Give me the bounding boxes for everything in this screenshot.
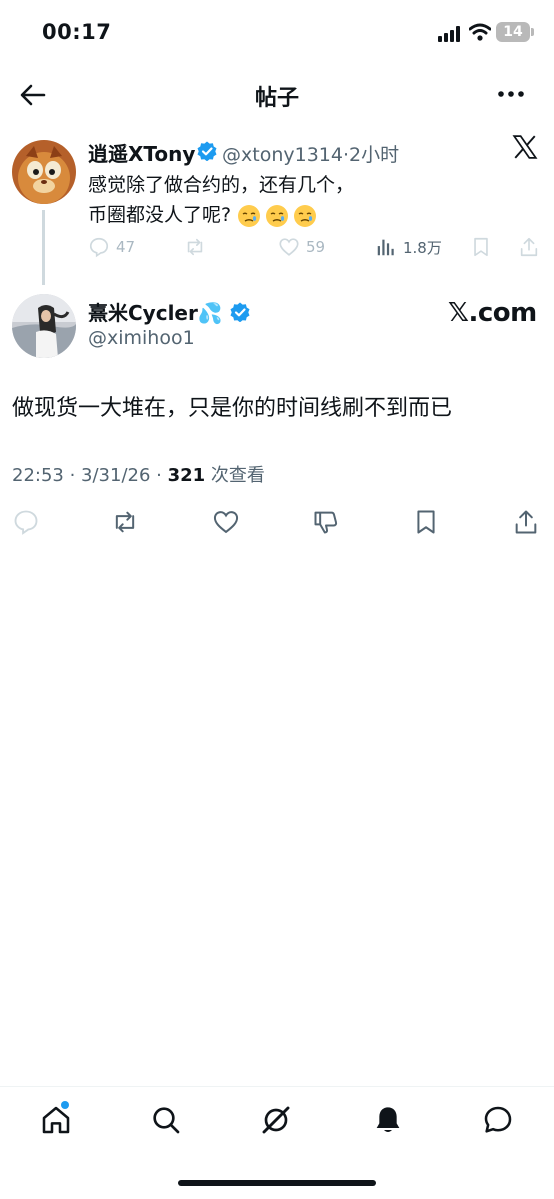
x-logo-icon: [512, 134, 538, 160]
avatar[interactable]: [12, 294, 76, 358]
tweet-text: 做现货一大堆在，只是你的时间线刷不到而已: [12, 396, 453, 421]
view-count: 1.8万: [403, 238, 442, 257]
share-icon: [515, 510, 537, 534]
repost-button[interactable]: [184, 236, 212, 258]
view-count: 321: [167, 465, 206, 486]
views-label[interactable]: 次查看: [205, 465, 265, 486]
crying-face-emoji-icon: [238, 204, 261, 227]
avatar[interactable]: [12, 140, 76, 204]
dislike-button[interactable]: [312, 508, 342, 538]
messages-icon[interactable]: [482, 1104, 514, 1136]
repost-icon: [187, 238, 203, 256]
wifi-icon: [469, 23, 491, 41]
page-title: 帖子: [254, 86, 299, 111]
thumbs-down-icon: [314, 511, 338, 534]
like-count: 59: [306, 238, 326, 256]
views-button[interactable]: 1.8万: [375, 236, 442, 258]
share-button[interactable]: [518, 236, 540, 258]
share-icon: [520, 237, 538, 257]
bookmark-button[interactable]: [470, 236, 492, 258]
reply-button[interactable]: [12, 508, 42, 538]
bookmark-icon: [417, 510, 435, 534]
nav-divider: [0, 1086, 554, 1087]
more-options-icon[interactable]: [496, 84, 526, 104]
crying-face-emoji-icon: [266, 204, 289, 227]
repost-button[interactable]: [111, 508, 141, 538]
verified-badge-icon: [230, 302, 250, 322]
thread-connector-line: [42, 210, 45, 285]
search-icon[interactable]: [150, 1104, 182, 1136]
post-time-ago: 2小时: [349, 144, 400, 166]
share-button[interactable]: [512, 508, 542, 538]
author-handle[interactable]: @ximihoo1: [88, 327, 195, 349]
bookmark-button[interactable]: [412, 508, 442, 538]
quoted-tweet-text: 感觉除了做合约的，还有几个， 币圈都没人了呢?: [88, 170, 448, 230]
reply-count: 47: [116, 238, 136, 256]
notifications-bell-icon[interactable]: [372, 1104, 404, 1136]
status-time: 00:17: [42, 20, 112, 44]
home-icon[interactable]: [40, 1104, 72, 1136]
tweet-timestamp: 22:53 · 3/31/26 ·: [12, 465, 162, 486]
home-notification-dot: [61, 1101, 69, 1109]
tweet-text-line: 感觉除了做合约的，还有几个，: [88, 174, 355, 196]
x-com-watermark: 𝕏.com: [448, 298, 537, 328]
analytics-bars-icon: [377, 239, 394, 256]
grok-icon[interactable]: [260, 1104, 292, 1136]
cellular-signal-icon: [438, 26, 460, 42]
repost-icon: [115, 511, 135, 533]
bookmark-icon: [474, 237, 488, 257]
verified-badge-icon: [197, 141, 217, 161]
battery-tip: [531, 28, 534, 36]
reply-icon: [89, 237, 109, 258]
tweet-meta: 22:53 · 3/31/26 · 321 次查看: [12, 461, 265, 487]
author-display-name[interactable]: 逍遥XTony: [88, 138, 195, 167]
back-arrow-icon[interactable]: [18, 80, 48, 110]
battery-indicator: 14: [496, 22, 530, 42]
author-handle[interactable]: @xtony1314: [222, 144, 343, 166]
tweet-text-line-2: 币圈都没人了呢?: [88, 200, 448, 230]
heart-icon: [213, 511, 239, 534]
like-button[interactable]: [212, 508, 242, 538]
emoji-group: [237, 204, 317, 228]
heart-icon: [279, 238, 299, 256]
author-handle-line: @xtony1314·2小时: [222, 140, 399, 167]
reply-icon: [14, 510, 38, 535]
crying-face-emoji-icon: [294, 204, 317, 227]
like-button[interactable]: 59: [278, 236, 325, 258]
author-display-name[interactable]: 熹米Cycler💦: [88, 297, 223, 326]
tweet-text-line: 币圈都没人了呢?: [88, 204, 232, 226]
reply-button[interactable]: 47: [88, 236, 135, 258]
home-indicator: [178, 1180, 376, 1186]
